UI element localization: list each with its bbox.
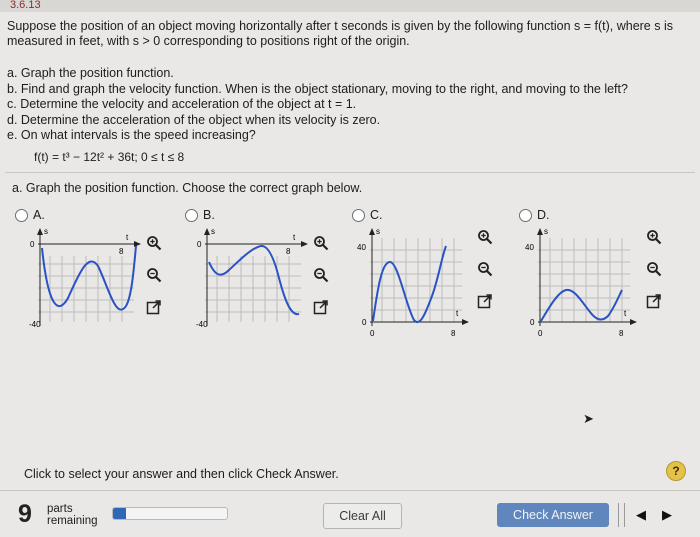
open-new-window-icon[interactable] — [645, 292, 663, 310]
parts-remaining-count: 9 — [18, 500, 32, 528]
y-axis-arrow — [37, 228, 43, 235]
part-d: d. Determine the acceleration of the obj… — [7, 112, 381, 127]
question-text: a. Graph the position function. Choose t… — [12, 181, 363, 195]
problem-text: Suppose the position of an object moving… — [7, 19, 673, 48]
divider — [5, 172, 695, 173]
graph-c-tools — [476, 228, 494, 310]
option-b-radio[interactable] — [185, 208, 198, 222]
y-axis-label: s — [44, 227, 48, 236]
x-tick: 8 — [119, 247, 124, 256]
graph-c[interactable]: s t 40 0 0 8 — [356, 226, 476, 350]
zoom-in-icon[interactable] — [312, 234, 330, 252]
y-tick-bottom: -40 — [29, 320, 41, 329]
y-tick-top: 40 — [357, 243, 366, 252]
y-tick-bottom: 0 — [530, 318, 535, 327]
x-tick-origin: 0 — [370, 329, 375, 338]
curve — [372, 245, 447, 323]
x-axis-label: t — [126, 233, 129, 242]
zoom-in-icon[interactable] — [145, 234, 163, 252]
option-a-radio[interactable] — [15, 208, 28, 222]
x-tick: 8 — [286, 247, 291, 256]
x-axis-label: t — [293, 233, 296, 242]
option-d-radio[interactable] — [519, 208, 532, 222]
option-b[interactable]: B. — [185, 208, 215, 222]
x-tick: 8 — [619, 329, 624, 338]
question-number: 3.6.13 — [10, 0, 41, 11]
graph-d[interactable]: s t 40 0 0 8 — [524, 226, 644, 350]
open-new-window-icon[interactable] — [145, 298, 163, 316]
part-b: b. Find and graph the velocity function.… — [7, 81, 628, 96]
problem-parts: a. Graph the position function. b. Find … — [7, 66, 628, 144]
zoom-out-icon[interactable] — [476, 260, 494, 278]
top-strip — [0, 0, 700, 12]
option-a[interactable]: A. — [15, 208, 45, 222]
open-new-window-icon[interactable] — [312, 298, 330, 316]
help-icon[interactable]: ? — [666, 461, 686, 481]
curve — [208, 245, 300, 316]
parts-label: parts — [47, 503, 73, 515]
graph-a-tools — [145, 234, 163, 316]
y-tick-bottom: -40 — [196, 320, 208, 329]
option-d-label: D. — [537, 208, 550, 222]
zoom-out-icon[interactable] — [645, 260, 663, 278]
graph-b[interactable]: s t 0 -40 8 — [195, 226, 315, 338]
x-axis-arrow — [462, 319, 469, 325]
y-axis-arrow — [369, 228, 375, 235]
parts-remaining-label: parts remaining — [47, 503, 98, 527]
progress-fill — [113, 508, 126, 519]
y-axis-label: s — [544, 227, 548, 236]
footer-divider — [0, 490, 700, 491]
open-new-window-icon[interactable] — [476, 292, 494, 310]
previous-arrow-icon[interactable]: ◀ — [632, 506, 650, 524]
y-tick-top: 0 — [30, 240, 35, 249]
zoom-out-icon[interactable] — [312, 266, 330, 284]
x-axis-arrow — [630, 319, 637, 325]
instructions: Click to select your answer and then cli… — [24, 467, 339, 481]
nav-separator — [618, 503, 625, 527]
zoom-out-icon[interactable] — [145, 266, 163, 284]
part-c: c. Determine the velocity and accelerati… — [7, 97, 357, 111]
graph-a[interactable]: s t 0 -40 8 — [28, 226, 148, 338]
y-tick-bottom: 0 — [362, 318, 367, 327]
next-arrow-icon[interactable]: ▶ — [658, 506, 676, 524]
check-answer-button[interactable]: Check Answer — [497, 503, 609, 527]
x-axis-arrow — [301, 241, 308, 247]
y-axis-arrow — [537, 228, 543, 235]
option-c-label: C. — [370, 208, 383, 222]
progress-bar — [112, 507, 228, 520]
clear-all-button[interactable]: Clear All — [323, 503, 402, 529]
option-c[interactable]: C. — [352, 208, 383, 222]
option-a-label: A. — [33, 208, 45, 222]
zoom-in-icon[interactable] — [476, 228, 494, 246]
option-b-label: B. — [203, 208, 215, 222]
x-tick-origin: 0 — [538, 329, 543, 338]
x-tick: 8 — [451, 329, 456, 338]
y-axis-label: s — [376, 227, 380, 236]
function-definition: f(t) = t³ − 12t² + 36t; 0 ≤ t ≤ 8 — [34, 150, 185, 164]
y-axis-arrow — [204, 228, 210, 235]
cursor-icon: ➤ — [583, 411, 594, 426]
remaining-label: remaining — [47, 515, 98, 527]
part-a: a. Graph the position function. — [7, 66, 174, 80]
zoom-in-icon[interactable] — [645, 228, 663, 246]
y-axis-label: s — [211, 227, 215, 236]
y-tick-top: 40 — [525, 243, 534, 252]
y-tick-top: 0 — [197, 240, 202, 249]
problem-intro: Suppose the position of an object moving… — [7, 19, 693, 49]
part-e: e. On what intervals is the speed increa… — [7, 128, 256, 142]
graph-b-tools — [312, 234, 330, 316]
option-c-radio[interactable] — [352, 208, 365, 222]
option-d[interactable]: D. — [519, 208, 550, 222]
graph-d-tools — [645, 228, 663, 310]
